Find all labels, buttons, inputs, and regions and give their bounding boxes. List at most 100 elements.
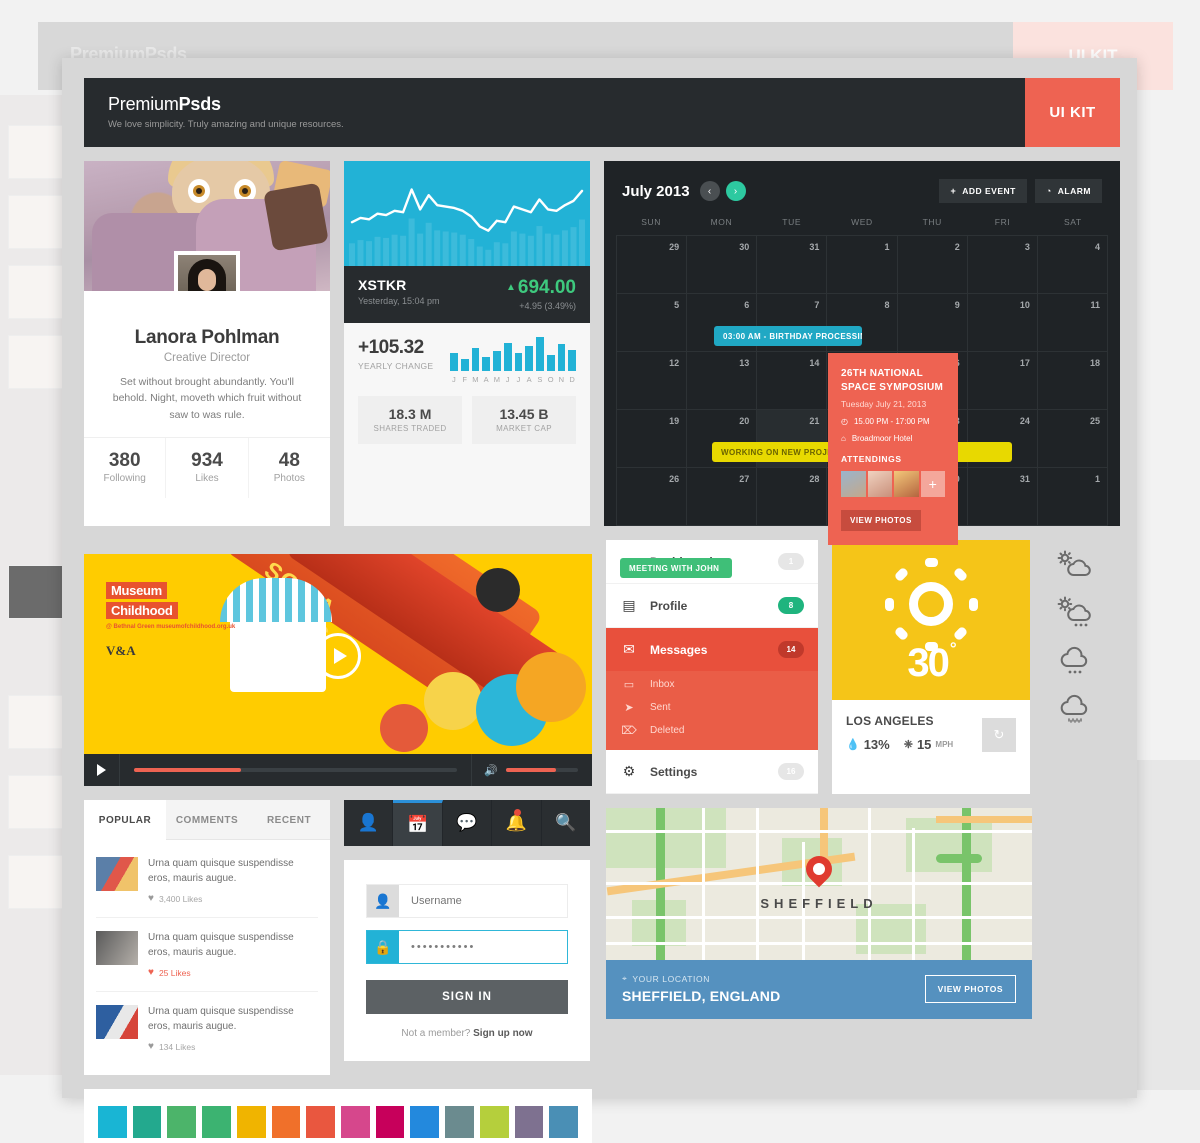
search-icon-glyph: 🔍 — [555, 813, 577, 832]
calendar-day-cell[interactable]: 5 — [617, 294, 688, 352]
calendar-day-cell[interactable]: 25 — [1037, 410, 1108, 468]
list-item[interactable]: Urna quam quisque suspendisse eros, maur… — [96, 918, 318, 992]
color-swatch[interactable] — [479, 1106, 509, 1138]
submenu-item-deleted[interactable]: ⌦ Deleted — [606, 719, 818, 742]
stat-label: Likes — [195, 472, 219, 484]
stat-photos[interactable]: 48 Photos — [247, 437, 330, 498]
color-swatch[interactable] — [132, 1106, 162, 1138]
calendar-icon[interactable]: 📅 — [393, 800, 443, 846]
color-swatch[interactable] — [98, 1106, 127, 1138]
calendar-event-birthday[interactable]: 03:00 AM - BIRTHDAY PROCESSING... — [714, 326, 862, 346]
popup-attendings-label: ATTENDINGS — [841, 454, 902, 464]
list-item[interactable]: Urna quam quisque suspendisse eros, maur… — [96, 844, 318, 918]
calendar-day-cell[interactable]: 18 — [1037, 352, 1108, 410]
alarm-button[interactable]: ◔ ALARM — [1034, 179, 1102, 203]
attendee-avatar[interactable] — [867, 471, 892, 497]
sidebar-item-profile[interactable]: ▤ Profile 8 — [606, 584, 818, 628]
calendar-day-cell[interactable]: 31 — [757, 236, 828, 294]
volume-slider[interactable] — [506, 768, 578, 772]
calendar-event-popup[interactable]: 26TH NATIONAL SPACE SYMPOSIUM Tuesday Ju… — [828, 353, 958, 545]
bar-label: F — [462, 375, 467, 384]
username-field[interactable]: 👤 — [366, 884, 568, 918]
submenu-item-sent[interactable]: ➤ Sent — [606, 696, 818, 719]
calendar-day-cell[interactable]: 11 — [1037, 294, 1108, 352]
add-attendee-button[interactable]: + — [920, 471, 945, 497]
up-triangle-icon: ▲ — [505, 282, 516, 293]
calendar-day-cell[interactable]: 13 — [687, 352, 758, 410]
sun-cloud-rain-icon — [1057, 596, 1091, 627]
calendar-day-cell[interactable]: 12 — [617, 352, 688, 410]
color-swatch[interactable] — [514, 1106, 544, 1138]
bar-label: M — [472, 375, 479, 384]
sidebar-item-label: Messages — [650, 642, 708, 657]
username-input[interactable] — [399, 885, 567, 917]
color-swatch[interactable] — [341, 1106, 370, 1138]
calendar-day-cell[interactable]: 31 — [967, 468, 1038, 526]
tab-popular[interactable]: POPULAR — [84, 800, 166, 840]
calendar-day-cell[interactable]: 28 — [757, 468, 828, 526]
password-field[interactable]: 🔒 — [366, 930, 568, 964]
calendar-day-number: 18 — [1089, 358, 1100, 368]
calendar-day-cell[interactable]: 1 — [1037, 468, 1108, 526]
color-swatch[interactable] — [202, 1106, 231, 1138]
popup-view-photos-button[interactable]: VIEW PHOTOS — [841, 510, 921, 531]
list-item[interactable]: Urna quam quisque suspendisse eros, maur… — [96, 992, 318, 1065]
color-swatch[interactable] — [445, 1106, 474, 1138]
stat-likes[interactable]: 934 Likes — [165, 437, 247, 498]
color-swatch[interactable] — [306, 1106, 336, 1138]
attendee-avatar[interactable] — [841, 471, 866, 497]
video-progress-scrubber[interactable] — [134, 768, 458, 772]
weather-refresh-button[interactable]: ↻ — [982, 718, 1016, 752]
calendar-day-cell[interactable]: 3 — [967, 236, 1038, 294]
map-view-photos-button[interactable]: VIEW PHOTOS — [924, 974, 1016, 1003]
bell-icon[interactable]: 🔔 — [492, 800, 542, 846]
color-swatch[interactable] — [375, 1106, 405, 1138]
calendar-day-number: 26 — [669, 474, 680, 484]
signup-link[interactable]: Sign up now — [473, 1028, 532, 1039]
calendar-day-cell[interactable]: 30 — [687, 236, 758, 294]
sidebar-item-messages[interactable]: ✉ Messages 14 — [606, 628, 818, 671]
video-play-overlay-button[interactable] — [315, 633, 361, 680]
sign-in-button[interactable]: SIGN IN — [366, 980, 568, 1014]
bell-icon-glyph: 🔔 — [505, 813, 527, 832]
calendar-day-cell[interactable]: 26 — [617, 468, 688, 526]
map-image[interactable]: SHEFFIELD — [606, 808, 1032, 960]
color-swatch[interactable] — [410, 1106, 440, 1138]
calendar-next-button[interactable]: › — [725, 181, 746, 201]
calendar-day-cell[interactable]: 17 — [967, 352, 1038, 410]
color-swatch[interactable] — [167, 1106, 197, 1138]
comment-icon[interactable]: 💬 — [443, 800, 493, 846]
tab-recent[interactable]: RECENT — [248, 800, 330, 840]
user-icon[interactable]: 👤 — [344, 800, 394, 846]
color-swatch[interactable] — [236, 1106, 266, 1138]
stock-price-value: 694.00 — [517, 277, 576, 298]
calendar-day-cell[interactable]: 27 — [687, 468, 758, 526]
calendar-day-cell[interactable]: 9 — [897, 294, 968, 352]
video-player[interactable]: SO EA COLDS Museum Childhood — [84, 554, 592, 786]
calendar-day-cell[interactable]: 1 — [827, 236, 898, 294]
calendar-day-cell[interactable]: 2 — [897, 236, 968, 294]
search-icon[interactable]: 🔍 — [542, 800, 590, 846]
password-input[interactable] — [399, 931, 567, 963]
sidebar-item-settings[interactable]: ⚙ Settings 16 — [606, 750, 818, 794]
row-top: Lanora Pohlman Creative Director Set wit… — [84, 161, 1120, 578]
volume-icon[interactable]: 🔊 — [484, 764, 498, 777]
add-event-button[interactable]: + ADD EVENT — [939, 179, 1027, 203]
calendar-day-cell[interactable]: 4 — [1037, 236, 1108, 294]
calendar-day-cell[interactable]: 14 — [757, 352, 828, 410]
your-location-row: ⌖ YOUR LOCATION — [622, 973, 780, 984]
color-swatch[interactable] — [271, 1106, 301, 1138]
submenu-item-inbox[interactable]: ▭ Inbox — [606, 673, 818, 696]
color-swatch[interactable] — [549, 1106, 579, 1138]
calendar-day-cell[interactable]: 29 — [617, 236, 688, 294]
calendar-prev-button[interactable]: ‹ — [699, 181, 720, 201]
uikit-badge[interactable]: UI KIT — [1025, 78, 1120, 147]
tab-comments[interactable]: COMMENTS — [166, 800, 248, 840]
attendee-avatar[interactable] — [894, 471, 919, 497]
bar-label: J — [452, 375, 456, 384]
calendar-day-cell[interactable]: 19 — [617, 410, 688, 468]
stat-following[interactable]: 380 Following — [84, 438, 165, 498]
calendar-day-cell[interactable]: 10 — [967, 294, 1038, 352]
play-icon[interactable] — [84, 754, 120, 786]
calendar-event-meeting[interactable]: MEETING WITH JOHN — [620, 558, 732, 578]
